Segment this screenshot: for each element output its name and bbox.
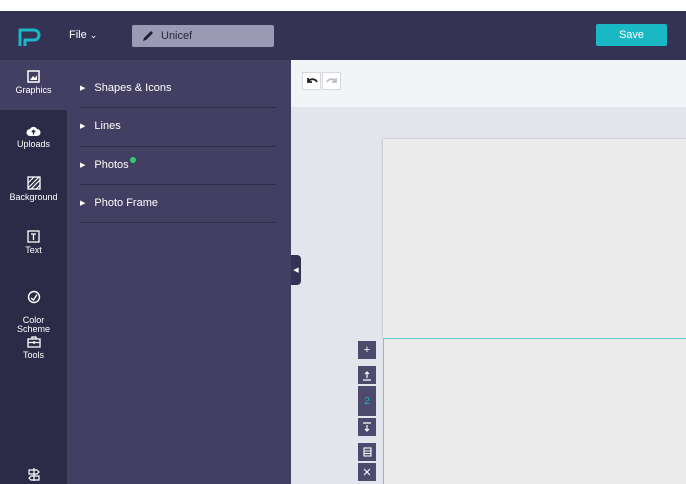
document-title-text: Unicef xyxy=(161,30,193,42)
expand-arrow-icon: ▶ xyxy=(80,123,86,130)
text-box-icon xyxy=(27,230,40,243)
expand-arrow-icon: ▶ xyxy=(80,200,86,207)
page-number: 2 xyxy=(358,386,376,416)
panel-row-label: Photo Frame xyxy=(94,197,158,209)
document-title-field[interactable]: Unicef xyxy=(132,25,274,47)
sidebar-item-label: Tools xyxy=(22,350,44,360)
sidebar-item-label: Color Scheme xyxy=(16,315,51,334)
panel-row-label: Shapes & Icons xyxy=(94,82,172,94)
redo-icon xyxy=(325,78,337,83)
undo-button[interactable] xyxy=(302,72,321,90)
sidebar-item-label: Text xyxy=(25,245,42,255)
duplicate-page-button[interactable] xyxy=(358,443,376,461)
sidebar-item-tools[interactable]: Tools xyxy=(0,335,67,360)
sidebar-item-label: Uploads xyxy=(16,139,51,149)
divider xyxy=(80,222,276,223)
close-icon: ✕ xyxy=(362,466,372,479)
move-page-up-button[interactable] xyxy=(358,366,376,384)
top-bar: File ⌄ Unicef Save xyxy=(0,11,686,60)
design-page-1[interactable] xyxy=(383,139,686,338)
elements-panel: ▶ Shapes & Icons ▶ Lines ▶ Photos ▶ Phot… xyxy=(67,60,291,484)
undo-icon xyxy=(306,78,318,83)
signpost-icon xyxy=(27,468,40,481)
design-page-2[interactable] xyxy=(383,338,686,484)
save-button[interactable]: Save xyxy=(596,24,667,46)
chevron-left-icon: ◀ xyxy=(293,267,299,274)
move-down-icon xyxy=(363,421,371,432)
file-menu[interactable]: File ⌄ xyxy=(69,29,97,41)
expand-arrow-icon: ▶ xyxy=(80,162,86,169)
cloud-upload-icon xyxy=(26,126,41,136)
image-icon xyxy=(27,70,40,83)
collapse-panel-button[interactable]: ◀ xyxy=(291,255,301,285)
move-up-icon xyxy=(363,370,371,381)
sidebar-item-label: Graphics xyxy=(15,85,52,95)
panel-row-label: Photos xyxy=(94,159,129,171)
hatch-pattern-icon xyxy=(26,176,41,190)
app-logo-icon[interactable] xyxy=(16,26,42,50)
edit-toolbar xyxy=(291,60,686,107)
new-indicator-dot xyxy=(129,157,136,163)
delete-page-button[interactable]: ✕ xyxy=(358,463,376,481)
move-page-down-button[interactable] xyxy=(358,418,376,436)
palette-icon xyxy=(27,290,40,304)
file-menu-label: File xyxy=(69,29,87,41)
redo-button[interactable] xyxy=(322,72,341,90)
pencil-icon xyxy=(143,31,153,41)
left-sidebar: Graphics Uploads Background Text Color S… xyxy=(0,60,67,484)
duplicate-icon xyxy=(362,447,372,457)
plus-icon: + xyxy=(363,344,371,356)
sidebar-help-button[interactable] xyxy=(0,467,67,484)
add-page-button[interactable]: + xyxy=(358,341,376,359)
toolbox-icon xyxy=(26,336,41,348)
sidebar-item-background[interactable]: Background xyxy=(0,176,67,202)
sidebar-item-text[interactable]: Text xyxy=(0,230,67,255)
chevron-down-icon: ⌄ xyxy=(89,30,98,40)
sidebar-item-color-scheme[interactable]: Color Scheme xyxy=(0,281,67,334)
panel-row-label: Lines xyxy=(94,120,121,132)
expand-arrow-icon: ▶ xyxy=(80,85,86,92)
sidebar-item-graphics[interactable]: Graphics xyxy=(0,60,67,110)
sidebar-item-uploads[interactable]: Uploads xyxy=(0,126,67,149)
sidebar-item-label: Background xyxy=(9,192,58,202)
